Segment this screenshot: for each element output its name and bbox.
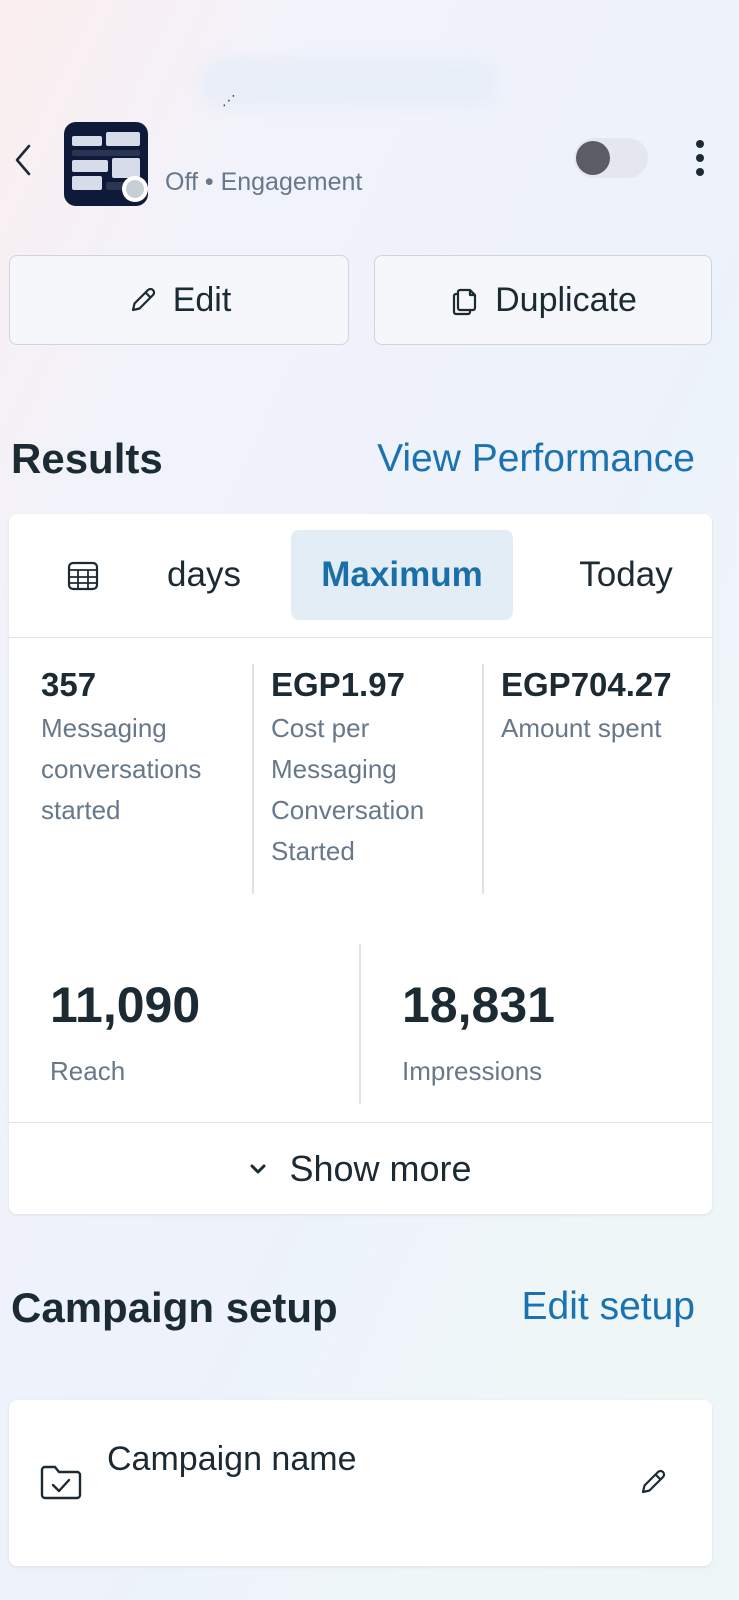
- calendar-icon: [67, 561, 99, 591]
- divider: [359, 944, 361, 1104]
- tab-maximum[interactable]: Maximum: [291, 530, 513, 620]
- status-text: Off: [165, 168, 198, 196]
- metric-value: EGP1.97: [271, 666, 405, 703]
- campaign-subtitle: Off • Engagement: [165, 168, 362, 197]
- metric-messaging-conversations: 357 Messaging conversations started: [41, 666, 231, 831]
- separator: •: [204, 168, 214, 196]
- back-button[interactable]: [8, 140, 38, 180]
- metric-amount-spent: EGP704.27 Amount spent: [501, 666, 706, 749]
- metric-value: EGP704.27: [501, 666, 672, 703]
- date-range-tabs: days Maximum Today: [9, 514, 712, 638]
- divider: [482, 664, 484, 894]
- duplicate-button[interactable]: Duplicate: [374, 255, 712, 345]
- edit-label: Edit: [172, 280, 232, 319]
- metric-impressions: 18,831 Impressions: [402, 976, 555, 1087]
- calendar-button[interactable]: [63, 556, 103, 596]
- edit-setup-link[interactable]: Edit setup: [522, 1285, 695, 1329]
- metric-label: Impressions: [402, 1056, 543, 1086]
- pencil-icon: [641, 1469, 666, 1494]
- status-speck: ⋰: [222, 92, 236, 108]
- metric-label: Reach: [50, 1056, 126, 1086]
- status-indicator: [122, 176, 148, 202]
- tab-today[interactable]: Today: [561, 530, 691, 620]
- metric-label: Messaging conversations started: [41, 713, 202, 825]
- results-card: days Maximum Today 357 Messaging convers…: [9, 514, 712, 1214]
- toggle-knob: [576, 141, 610, 175]
- campaign-header: Off • Engagement: [0, 118, 739, 208]
- divider: [252, 664, 254, 894]
- metric-value: 11,090: [50, 977, 201, 1033]
- objective-text: Engagement: [220, 168, 363, 196]
- metric-label: Amount spent: [501, 713, 662, 743]
- folder-check-icon: [40, 1465, 82, 1500]
- edit-button[interactable]: Edit: [9, 255, 349, 345]
- campaign-thumbnail[interactable]: [64, 122, 148, 206]
- view-performance-link[interactable]: View Performance: [377, 437, 695, 481]
- metric-reach: 11,090 Reach: [50, 976, 200, 1087]
- tab-days[interactable]: days: [149, 530, 259, 620]
- metric-label: Cost per Messaging Conversation Started: [271, 713, 425, 866]
- metric-value: 357: [41, 666, 97, 703]
- more-options-button[interactable]: [688, 136, 712, 180]
- campaign-toggle[interactable]: [574, 138, 648, 178]
- edit-campaign-name-button[interactable]: [633, 1462, 673, 1502]
- pencil-icon: [131, 287, 155, 312]
- more-vertical-icon: [696, 140, 704, 148]
- campaign-name-label: Campaign name: [107, 1440, 357, 1478]
- copy-icon: [453, 288, 477, 316]
- show-more-button[interactable]: Show more: [9, 1122, 712, 1214]
- metric-value: 18,831: [402, 977, 555, 1033]
- blurred-status-area: [200, 58, 500, 108]
- chevron-left-icon: [15, 144, 31, 176]
- show-more-label: Show more: [289, 1147, 472, 1189]
- duplicate-label: Duplicate: [495, 280, 637, 319]
- campaign-name-card[interactable]: Campaign name: [9, 1400, 712, 1566]
- results-title: Results: [11, 435, 163, 482]
- chevron-down-icon: [250, 1164, 266, 1173]
- metric-cost-per-conversation: EGP1.97 Cost per Messaging Conversation …: [271, 666, 461, 872]
- campaign-setup-title: Campaign setup: [11, 1284, 338, 1331]
